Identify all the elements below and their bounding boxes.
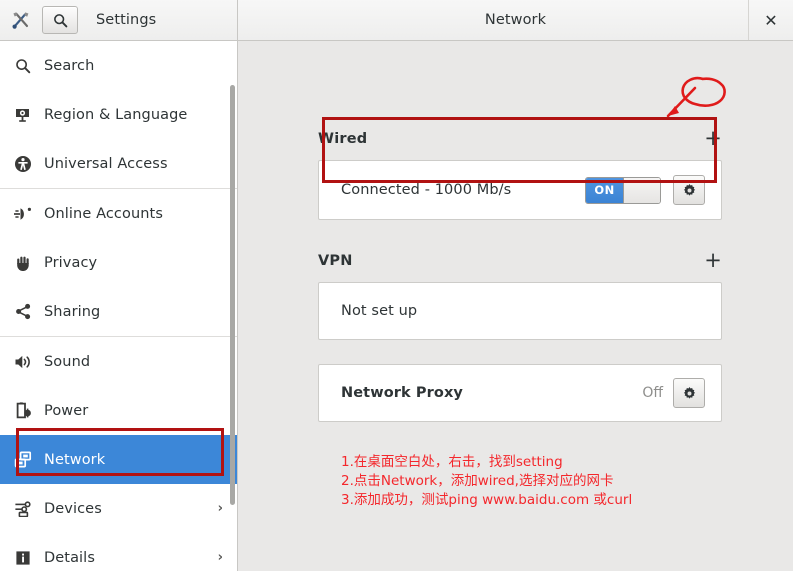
- add-wired-button[interactable]: +: [704, 128, 722, 149]
- network-panel: Wired + Connected - 1000 Mb/s ON: [238, 41, 793, 571]
- sidebar: Search Region & Language: [0, 41, 238, 571]
- sidebar-item-label: Search: [44, 58, 225, 74]
- sidebar-item-label: Sound: [44, 354, 225, 370]
- search-icon: [10, 58, 36, 74]
- sidebar-item-label: Privacy: [44, 255, 225, 271]
- region-language-icon: [10, 107, 36, 123]
- privacy-icon: [10, 254, 36, 271]
- sidebar-item-label: Sharing: [44, 304, 225, 320]
- sidebar-item-label: Network: [44, 452, 225, 468]
- wired-connection-row[interactable]: Connected - 1000 Mb/s ON: [319, 161, 721, 219]
- sidebar-item-privacy[interactable]: Privacy: [0, 238, 237, 287]
- add-vpn-button[interactable]: +: [704, 250, 722, 271]
- chevron-right-icon: ›: [218, 550, 223, 565]
- annotation-note-line-1: 1.在桌面空白处，右击，找到setting: [341, 453, 563, 473]
- vpn-row[interactable]: Not set up: [319, 283, 721, 339]
- close-button[interactable]: ✕: [748, 0, 793, 40]
- universal-access-icon: [10, 155, 36, 173]
- sidebar-item-label: Details: [44, 550, 218, 566]
- search-icon: [53, 13, 68, 28]
- sidebar-item-region-language[interactable]: Region & Language: [0, 90, 237, 139]
- wired-settings-button[interactable]: [673, 175, 705, 205]
- page-title: Network: [485, 12, 546, 28]
- power-icon: [10, 402, 36, 419]
- sidebar-item-sound[interactable]: Sound: [0, 337, 237, 386]
- sidebar-item-sharing[interactable]: Sharing: [0, 287, 237, 336]
- annotation-note-line-3: 3.添加成功，测试ping www.baidu.com 或curl: [341, 491, 632, 511]
- chevron-right-icon: ›: [218, 501, 223, 516]
- sidebar-list: Search Region & Language: [0, 41, 237, 571]
- vpn-panel: Not set up: [318, 282, 722, 340]
- sidebar-item-label: Online Accounts: [44, 206, 225, 222]
- devices-icon: [10, 501, 36, 517]
- sidebar-scrollbar[interactable]: [230, 85, 235, 505]
- wired-connection-panel: Connected - 1000 Mb/s ON: [318, 160, 722, 220]
- network-proxy-panel: Network Proxy Off: [318, 364, 722, 422]
- vpn-status-label: Not set up: [341, 303, 705, 319]
- title-bar-left: Settings: [0, 0, 238, 40]
- sidebar-item-label: Universal Access: [44, 156, 225, 172]
- wired-toggle-on-label: ON: [586, 178, 623, 203]
- network-proxy-row[interactable]: Network Proxy Off: [319, 365, 721, 421]
- wired-toggle-knob: [623, 178, 660, 203]
- network-icon: [10, 451, 36, 468]
- settings-window: Settings Network ✕ Search: [0, 0, 793, 571]
- wired-title: Wired: [318, 131, 367, 147]
- wired-status-label: Connected - 1000 Mb/s: [341, 182, 585, 198]
- sidebar-item-devices[interactable]: Devices ›: [0, 484, 237, 533]
- details-icon: [10, 550, 36, 566]
- sidebar-item-network[interactable]: Network: [0, 435, 237, 484]
- online-accounts-icon: [10, 206, 36, 222]
- sidebar-item-power[interactable]: Power: [0, 386, 237, 435]
- network-proxy-label: Network Proxy: [341, 385, 642, 401]
- title-bar: Settings Network ✕: [0, 0, 793, 41]
- app-title: Settings: [96, 12, 156, 28]
- sidebar-item-online-accounts[interactable]: Online Accounts: [0, 189, 237, 238]
- tools-icon: [8, 7, 34, 33]
- search-button[interactable]: [42, 6, 78, 34]
- gear-icon: [682, 386, 697, 401]
- network-proxy-settings-button[interactable]: [673, 378, 705, 408]
- sidebar-item-details[interactable]: Details ›: [0, 533, 237, 571]
- vpn-title: VPN: [318, 253, 353, 269]
- sidebar-item-search[interactable]: Search: [0, 41, 237, 90]
- wired-section-header: Wired +: [318, 128, 722, 149]
- sidebar-item-universal-access[interactable]: Universal Access: [0, 139, 237, 188]
- vpn-section-header: VPN +: [318, 250, 722, 271]
- sound-icon: [10, 354, 36, 370]
- sharing-icon: [10, 303, 36, 320]
- network-proxy-state: Off: [642, 385, 663, 401]
- annotation-note-line-2: 2.点击Network，添加wired,选择对应的网卡: [341, 472, 613, 492]
- title-bar-right: Network ✕: [238, 0, 793, 40]
- sidebar-item-label: Region & Language: [44, 107, 225, 123]
- window-body: Search Region & Language: [0, 41, 793, 571]
- sidebar-item-label: Power: [44, 403, 225, 419]
- gear-icon: [682, 183, 697, 198]
- wired-toggle[interactable]: ON: [585, 177, 661, 204]
- sidebar-item-label: Devices: [44, 501, 218, 517]
